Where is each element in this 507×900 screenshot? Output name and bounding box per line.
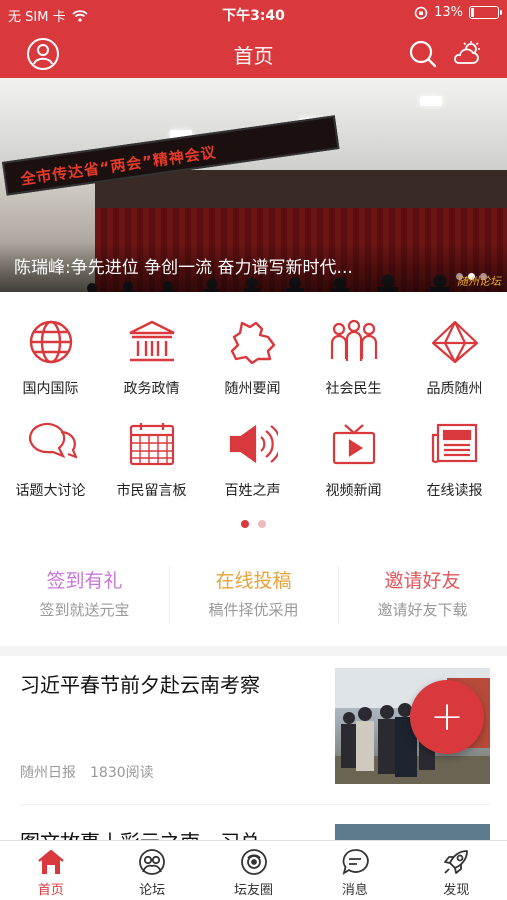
add-post-button[interactable]: +: [410, 680, 484, 754]
map-region-icon: [230, 321, 275, 365]
quick-actions: 签到有礼 签到就送元宝 在线投稿 稿件择优采用 邀请好友 邀请好友下载: [0, 560, 507, 636]
forum-icon: [139, 849, 166, 875]
grid-item-label: 视频新闻: [325, 483, 382, 499]
grid-item-message-board[interactable]: 市民留言板: [101, 414, 202, 500]
government-building-icon: [128, 320, 175, 362]
quick-title: 在线投稿: [215, 570, 292, 592]
calendar-board-icon: [129, 423, 174, 466]
battery-percent: 13%: [434, 5, 463, 20]
plus-icon: +: [430, 694, 464, 740]
home-icon: [37, 849, 64, 874]
news-meta: 随州日报 1830阅读: [20, 762, 154, 782]
battery-fill: [471, 8, 474, 17]
circle-eye-icon: [240, 849, 267, 875]
grid-item-label: 品质随州: [426, 381, 483, 397]
banner-watermark: 随州论坛: [457, 275, 501, 288]
news-source: 随州日报: [20, 765, 76, 781]
grid-item-label: 市民留言板: [116, 483, 187, 499]
grid-item-public-voice[interactable]: 百姓之声: [202, 414, 303, 500]
grid-item-government[interactable]: 政务政情: [101, 312, 202, 398]
news-item[interactable]: 图文故事丨彩云之南，习总: [20, 820, 490, 840]
weather-icon: [454, 41, 480, 64]
grid-item-label: 百姓之声: [224, 483, 281, 499]
news-title: 图文故事丨彩云之南，习总: [20, 826, 260, 840]
checkin-reward-button[interactable]: 签到有礼 签到就送元宝: [0, 560, 169, 636]
tab-forum[interactable]: 论坛: [101, 841, 202, 900]
status-bar: 无 SIM 卡 下午3:40 13%: [0, 0, 507, 28]
weather-button[interactable]: [450, 37, 484, 71]
grid-item-suizhou-news[interactable]: 随州要闻: [202, 312, 303, 398]
globe-icon: [29, 320, 72, 364]
section-divider: [0, 646, 507, 656]
grid-item-label: 社会民生: [325, 381, 382, 397]
diamond-icon: [431, 320, 478, 364]
tab-label: 论坛: [139, 883, 166, 898]
grid-item-label: 在线读报: [426, 483, 483, 499]
quick-subtitle: 签到就送元宝: [39, 601, 130, 619]
grid-item-label: 政务政情: [123, 381, 180, 397]
bottom-tab-bar: 首页 论坛 坛友圈 消息 发现: [0, 840, 507, 900]
newspaper-icon: [431, 423, 477, 463]
megaphone-icon: [229, 424, 278, 464]
tab-label: 消息: [341, 883, 368, 898]
chat-bubbles-icon: [28, 422, 77, 459]
tab-home[interactable]: 首页: [0, 841, 101, 900]
category-grid: 国内国际 政务政情 随州要闻 社会民生 品质随州 话题大讨论 市民留言板 百姓之…: [0, 302, 507, 512]
battery-icon: [469, 6, 502, 19]
message-icon: [342, 849, 369, 875]
tab-friends-circle[interactable]: 坛友圈: [203, 841, 304, 900]
grid-item-quality-suizhou[interactable]: 品质随州: [404, 312, 505, 398]
grid-item-livelihood[interactable]: 社会民生: [303, 312, 404, 398]
quick-subtitle: 稿件择优采用: [208, 601, 299, 619]
grid-pager-dot[interactable]: [258, 520, 266, 528]
banner-carousel[interactable]: 全市传达省“两会”精神会议 陈瑞峰:争先进位 争创一流 奋力谱写新时代... 随…: [0, 78, 507, 292]
grid-item-label: 国内国际: [22, 381, 79, 397]
top-navbar: 首页: [0, 28, 507, 78]
quick-title: 邀请好友: [384, 570, 461, 592]
tv-play-icon: [332, 424, 375, 465]
people-group-icon: [330, 319, 377, 361]
news-reads: 1830阅读: [90, 765, 154, 781]
rocket-icon: [444, 850, 469, 874]
grid-item-label: 话题大讨论: [15, 483, 86, 499]
banner-caption: 陈瑞峰:争先进位 争创一流 奋力谱写新时代...: [14, 258, 353, 278]
tab-label: 发现: [443, 883, 470, 898]
search-button[interactable]: [406, 37, 440, 71]
news-title: 习近平春节前夕赴云南考察: [20, 673, 260, 697]
status-right: 13%: [414, 5, 502, 20]
grid-pager-dot[interactable]: [241, 520, 249, 528]
grid-pager: [0, 520, 507, 528]
grid-item-video-news[interactable]: 视频新闻: [303, 414, 404, 500]
tab-discover[interactable]: 发现: [406, 841, 507, 900]
quick-title: 签到有礼: [46, 570, 123, 592]
invite-friends-button[interactable]: 邀请好友 邀请好友下载: [338, 560, 507, 636]
grid-item-online-newspaper[interactable]: 在线读报: [404, 414, 505, 500]
tab-label: 首页: [37, 883, 64, 898]
search-icon: [409, 40, 437, 68]
quick-subtitle: 邀请好友下载: [377, 601, 468, 619]
tab-messages[interactable]: 消息: [304, 841, 405, 900]
online-submission-button[interactable]: 在线投稿 稿件择优采用: [169, 560, 338, 636]
grid-item-topic-discussion[interactable]: 话题大讨论: [0, 414, 101, 500]
grid-item-label: 随州要闻: [224, 381, 281, 397]
grid-item-domestic-international[interactable]: 国内国际: [0, 312, 101, 398]
tab-label: 坛友圈: [234, 883, 274, 898]
news-thumbnail: [335, 824, 490, 840]
orientation-lock-icon: [414, 6, 428, 19]
news-divider: [20, 804, 490, 805]
